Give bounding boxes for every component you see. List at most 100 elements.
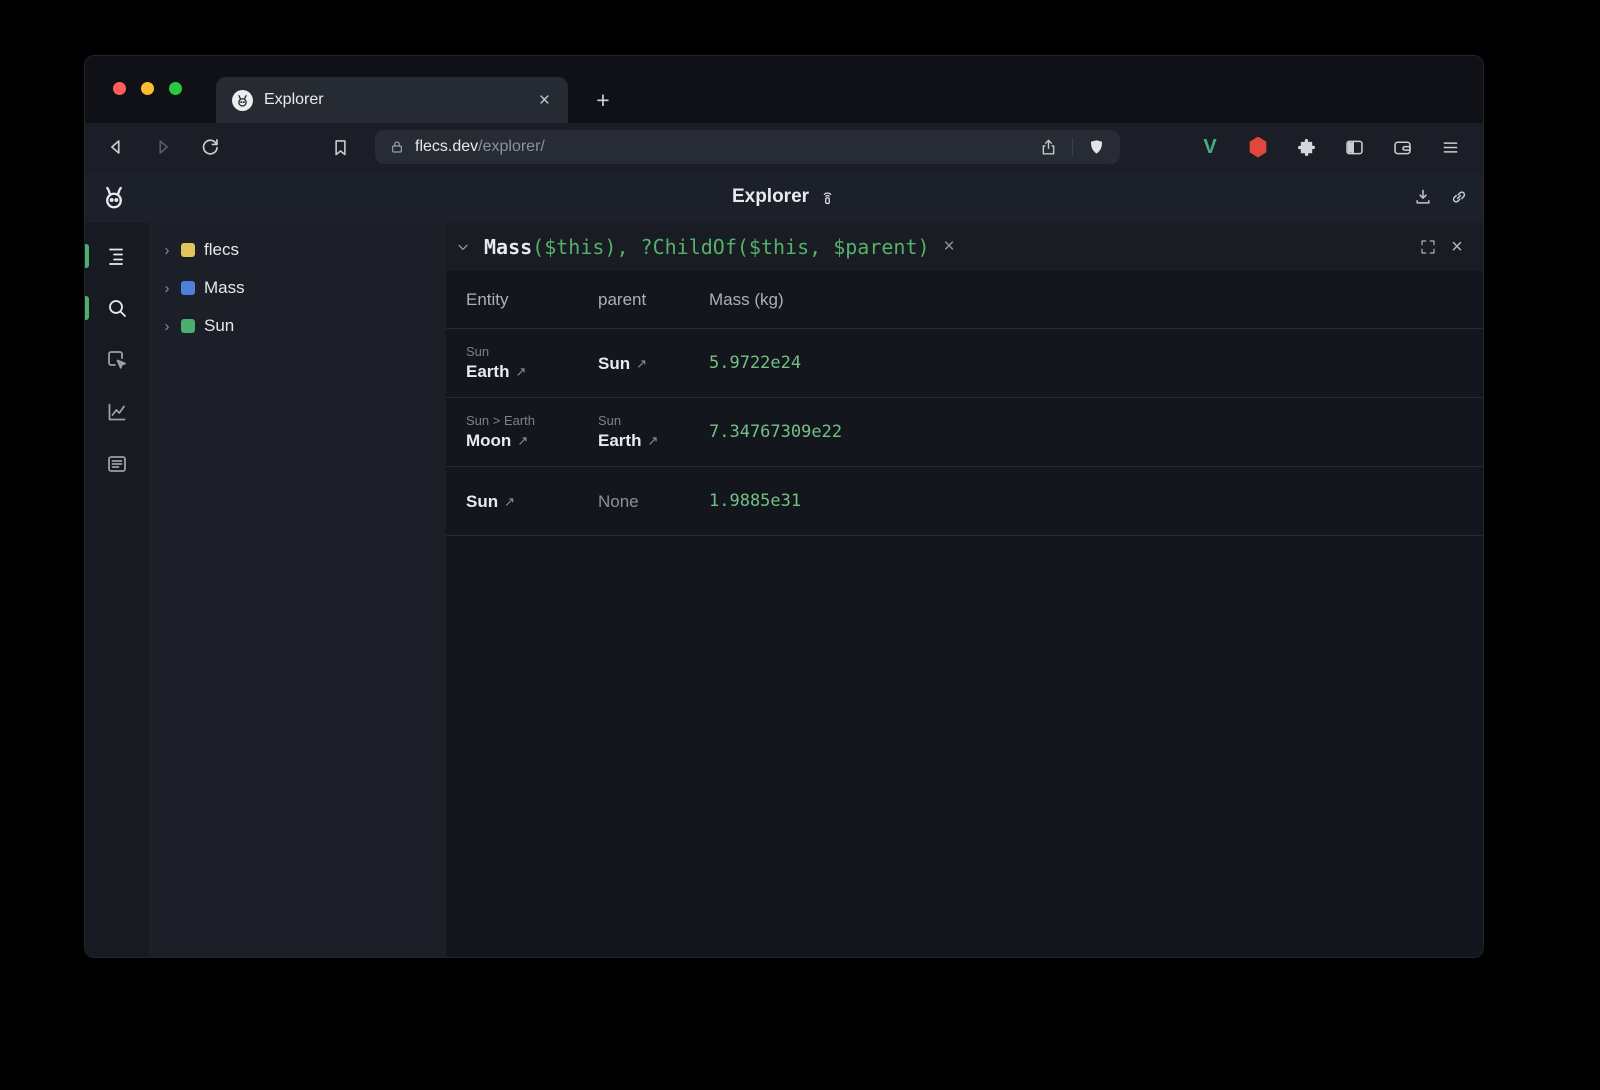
download-icon[interactable] (1409, 183, 1437, 211)
tree-item-sun[interactable]: › Sun (149, 307, 446, 345)
parent-link[interactable]: Earth ↗ (598, 429, 709, 452)
query-panel: Mass($this), ?ChildOf($this, $parent) × … (446, 223, 1483, 957)
window-minimize-button[interactable] (141, 82, 154, 95)
wallet-icon[interactable] (1389, 134, 1415, 160)
parent-none: None (598, 490, 709, 513)
table-row: Sun Earth ↗ Sun ↗ 5.9722e24 (446, 329, 1483, 398)
query-search-icon[interactable] (98, 289, 136, 327)
divider (1072, 138, 1073, 156)
entity-tree-icon[interactable] (98, 237, 136, 275)
browser-tab-explorer[interactable]: Explorer × (216, 77, 568, 123)
active-indicator (85, 296, 89, 320)
open-entity-icon: ↗ (636, 352, 647, 375)
url-domain: flecs.dev (415, 138, 478, 156)
open-entity-icon: ↗ (504, 490, 515, 513)
new-tab-button[interactable]: + (587, 84, 619, 116)
parent-cell: Sun Earth ↗ (598, 412, 709, 452)
entity-link[interactable]: Earth ↗ (466, 360, 598, 383)
open-entity-icon: ↗ (515, 360, 526, 383)
url-bar[interactable]: flecs.dev /explorer/ (375, 130, 1120, 164)
tab-strip: Explorer × + (85, 56, 1483, 123)
share-icon[interactable] (1039, 138, 1058, 157)
mass-value: 7.34767309e22 (709, 422, 1483, 442)
table-row: Sun > Earth Moon ↗ Sun Earth ↗ 7.3476730… (446, 398, 1483, 467)
bookmark-icon[interactable] (325, 132, 355, 162)
tree-item-label: Mass (204, 278, 245, 298)
tab-title: Explorer (264, 91, 535, 109)
vue-devtools-icon[interactable]: V (1197, 134, 1223, 160)
expand-chevron-icon[interactable]: › (159, 242, 175, 259)
active-indicator (85, 244, 89, 268)
share-link-icon[interactable] (1445, 183, 1473, 211)
lock-icon (389, 139, 405, 155)
extension-hexagon-icon[interactable] (1245, 134, 1271, 160)
window-zoom-button[interactable] (169, 82, 182, 95)
tree-item-flecs[interactable]: › flecs (149, 231, 446, 269)
inspect-icon[interactable] (98, 341, 136, 379)
vue-glyph: V (1203, 136, 1216, 159)
menu-icon[interactable] (1437, 134, 1463, 160)
entity-color-swatch (181, 319, 195, 333)
mass-value: 1.9885e31 (709, 491, 1483, 511)
entity-link[interactable]: Sun ↗ (466, 490, 598, 513)
tab-close-icon[interactable]: × (535, 89, 554, 112)
query-term-name: Mass (484, 235, 532, 259)
entity-link[interactable]: Moon ↗ (466, 429, 598, 452)
memory-icon[interactable] (98, 445, 136, 483)
back-button[interactable] (101, 132, 131, 162)
browser-window: Explorer × + (84, 55, 1484, 958)
explorer-header: Explorer (85, 171, 1483, 223)
mass-value: 5.9722e24 (709, 353, 1483, 373)
parent-name: Earth (598, 429, 641, 452)
entity-color-swatch (181, 243, 195, 257)
entity-tree-panel: › flecs › Mass › Sun (149, 223, 446, 957)
tree-item-label: flecs (204, 240, 239, 260)
forward-button[interactable] (148, 132, 178, 162)
brave-shields-icon[interactable] (1087, 138, 1106, 157)
query-clear-icon[interactable]: × (944, 236, 955, 258)
chevron-down-icon[interactable] (454, 238, 472, 256)
entity-name: Sun (466, 490, 498, 513)
sidebar-toggle-icon[interactable] (1341, 134, 1367, 160)
query-term-rest: ($this), ?ChildOf($this, $parent) (532, 235, 929, 259)
connection-status-icon (819, 189, 836, 206)
traffic-lights (113, 82, 182, 95)
parent-name: Sun (598, 352, 630, 375)
tree-item-mass[interactable]: › Mass (149, 269, 446, 307)
entity-path: Sun (466, 343, 598, 360)
extensions-puzzle-icon[interactable] (1293, 134, 1319, 160)
reload-button[interactable] (195, 132, 225, 162)
close-query-icon[interactable]: × (1445, 235, 1469, 259)
result-table-header: Entity parent Mass (kg) (446, 271, 1483, 329)
column-header-mass: Mass (kg) (709, 290, 1483, 310)
tree-item-label: Sun (204, 316, 234, 336)
column-header-parent: parent (598, 290, 709, 310)
entity-cell: Sun ↗ (466, 490, 598, 513)
browser-toolbar: flecs.dev /explorer/ V (85, 123, 1483, 171)
fullscreen-icon[interactable] (1416, 235, 1440, 259)
parent-link[interactable]: Sun ↗ (598, 352, 709, 375)
entity-cell: Sun > Earth Moon ↗ (466, 412, 598, 452)
parent-cell: Sun ↗ (598, 352, 709, 375)
entity-name: Moon (466, 429, 511, 452)
entity-cell: Sun Earth ↗ (466, 343, 598, 383)
expand-chevron-icon[interactable]: › (159, 318, 175, 335)
table-row: Sun ↗ None 1.9885e31 (446, 467, 1483, 536)
query-input[interactable]: Mass($this), ?ChildOf($this, $parent) (484, 235, 930, 259)
entity-path: Sun > Earth (466, 412, 598, 429)
window-close-button[interactable] (113, 82, 126, 95)
explorer-body: › flecs › Mass › Sun Mass($this), ?Chi (85, 223, 1483, 957)
parent-name: None (598, 490, 639, 513)
stats-chart-icon[interactable] (98, 393, 136, 431)
parent-cell: None (598, 490, 709, 513)
open-entity-icon: ↗ (647, 429, 658, 452)
parent-path: Sun (598, 412, 709, 429)
open-entity-icon: ↗ (517, 429, 528, 452)
page-title: Explorer (732, 186, 809, 208)
flecs-logo-icon (99, 182, 129, 212)
column-header-entity: Entity (466, 290, 598, 310)
sidebar-rail (85, 223, 149, 957)
entity-color-swatch (181, 281, 195, 295)
url-path: /explorer/ (478, 138, 545, 156)
expand-chevron-icon[interactable]: › (159, 280, 175, 297)
